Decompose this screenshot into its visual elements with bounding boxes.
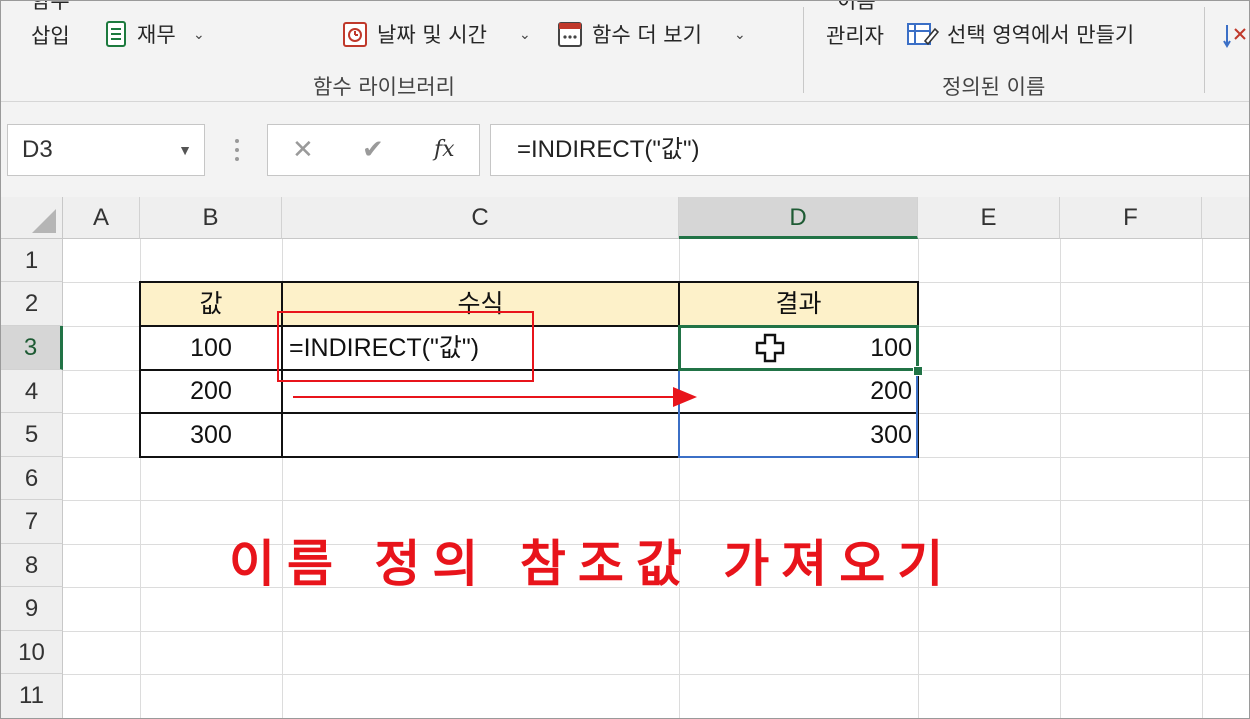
more-functions-label: 함수 더 보기 bbox=[592, 23, 702, 47]
arrow-right-icon bbox=[293, 387, 697, 407]
create-from-selection-icon bbox=[907, 23, 939, 46]
row-header-8[interactable]: 8 bbox=[1, 544, 63, 587]
column-header-a[interactable]: A bbox=[63, 197, 140, 239]
active-cell-outline bbox=[678, 325, 919, 371]
enter-icon[interactable]: ✔ bbox=[362, 125, 384, 175]
create-from-selection-label: 선택 영역에서 만들기 bbox=[947, 23, 1135, 47]
row-header-6[interactable]: 6 bbox=[1, 457, 63, 500]
fill-handle[interactable] bbox=[913, 366, 923, 376]
financial-label: 재무 bbox=[137, 23, 176, 47]
gridline bbox=[1202, 239, 1203, 718]
ribbon-separator bbox=[803, 7, 804, 93]
row-header-2[interactable]: 2 bbox=[1, 282, 63, 326]
reference-range-outline bbox=[678, 369, 918, 458]
cancel-icon[interactable]: ✕ bbox=[292, 125, 314, 175]
chevron-down-icon: ⌄ bbox=[519, 27, 531, 43]
gridline bbox=[63, 631, 1249, 632]
formula-bar: D3 ▼ ✕ ✔ fx =INDIRECT("값") bbox=[1, 102, 1249, 197]
ribbon: 함수 삽입 재무 ⌄ 날짜 및 시간 ⌄ 함수 더 보기 ⌄ 함수 라이브러리 … bbox=[1, 1, 1250, 102]
row-header-3[interactable]: 3 bbox=[1, 326, 63, 370]
column-header-f[interactable]: F bbox=[1060, 197, 1202, 239]
financial-icon bbox=[106, 21, 126, 47]
calendar-clock-icon bbox=[343, 22, 367, 47]
name-manager-label-bottom[interactable]: 관리자 bbox=[826, 24, 884, 48]
insert-function-label-top[interactable]: 함수 bbox=[31, 1, 70, 13]
more-functions-icon bbox=[558, 22, 582, 47]
formula-input[interactable]: =INDIRECT("값") bbox=[490, 124, 1249, 176]
ribbon-separator bbox=[1204, 7, 1205, 93]
date-time-label: 날짜 및 시간 bbox=[377, 23, 487, 47]
formula-bar-grip-icon[interactable] bbox=[234, 138, 240, 162]
highlight-box bbox=[277, 311, 534, 382]
column-header-d[interactable]: D bbox=[679, 197, 918, 239]
chevron-down-icon: ⌄ bbox=[193, 27, 205, 43]
formula-buttons: ✕ ✔ fx bbox=[267, 124, 480, 176]
gridline bbox=[63, 500, 1249, 501]
column-header-c[interactable]: C bbox=[282, 197, 679, 239]
row-header-5[interactable]: 5 bbox=[1, 413, 63, 457]
row-header-4[interactable]: 4 bbox=[1, 370, 63, 413]
gridline bbox=[63, 674, 1249, 675]
name-box-value: D3 bbox=[22, 136, 53, 163]
row-header-1[interactable]: 1 bbox=[1, 239, 63, 282]
select-all-button[interactable] bbox=[1, 197, 63, 239]
column-header-b[interactable]: B bbox=[140, 197, 282, 239]
column-header-partial[interactable] bbox=[1202, 197, 1249, 239]
name-manager-label-top[interactable]: 이름 bbox=[837, 1, 876, 13]
dropdown-arrow-icon[interactable]: ▼ bbox=[178, 125, 192, 175]
trace-precedents-icon[interactable] bbox=[1223, 21, 1250, 51]
chevron-down-icon: ⌄ bbox=[734, 27, 746, 43]
insert-function-label-bottom[interactable]: 삽입 bbox=[31, 24, 70, 48]
group-label-defined-names: 정의된 이름 bbox=[942, 75, 1046, 99]
name-box[interactable]: D3 ▼ bbox=[7, 124, 205, 176]
group-label-function-library: 함수 라이브러리 bbox=[313, 75, 455, 99]
row-header-10[interactable]: 10 bbox=[1, 631, 63, 674]
row-header-9[interactable]: 9 bbox=[1, 587, 63, 631]
gridline bbox=[1060, 239, 1061, 718]
cell-cross-cursor-icon bbox=[755, 333, 785, 363]
row-header-7[interactable]: 7 bbox=[1, 500, 63, 544]
insert-function-icon[interactable]: fx bbox=[434, 125, 455, 175]
column-header-e[interactable]: E bbox=[918, 197, 1060, 239]
annotation-caption: 이름 정의 참조값 가져오기 bbox=[229, 535, 956, 593]
row-header-11[interactable]: 11 bbox=[1, 674, 63, 718]
worksheet-grid: A B C D E F 1 2 3 4 5 6 7 8 9 10 11 값 수식… bbox=[1, 197, 1249, 718]
excel-window: 함수 삽입 재무 ⌄ 날짜 및 시간 ⌄ 함수 더 보기 ⌄ 함수 라이브러리 … bbox=[0, 0, 1250, 719]
